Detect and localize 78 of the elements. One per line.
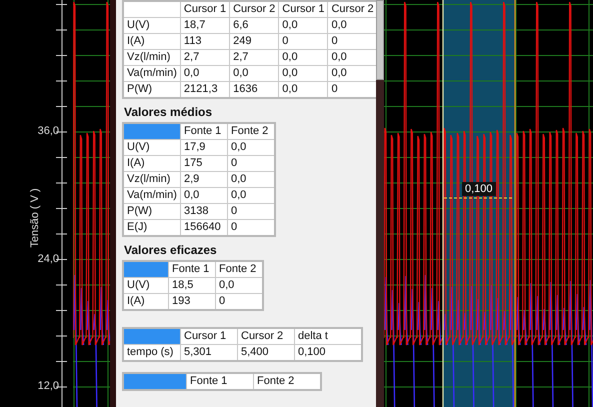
row-header: U(V) xyxy=(123,18,180,34)
column-header: Cursor 1 xyxy=(180,1,230,18)
table-cell: 0 xyxy=(228,156,275,172)
corner-cell xyxy=(123,328,180,344)
row-header: P(W) xyxy=(123,82,180,98)
table-cell: 0,100 xyxy=(294,344,362,361)
table-cell: 18,7 xyxy=(180,18,230,34)
corner-cell xyxy=(123,373,186,390)
row-header: E(J) xyxy=(123,220,180,236)
column-header: Cursor 1 xyxy=(278,1,328,18)
table-cell: 0,0 xyxy=(180,66,230,82)
scrollbar-thumb[interactable] xyxy=(376,0,384,80)
table-cell: 175 xyxy=(180,156,228,172)
table-cell: 2,9 xyxy=(180,172,228,188)
table-cell: 6,6 xyxy=(230,18,279,34)
table-cell: 0,0 xyxy=(278,18,328,34)
section-title: Valores médios xyxy=(124,105,214,119)
table-cell: 0 xyxy=(328,82,376,98)
column-header: delta t xyxy=(294,328,362,344)
column-header: Cursor 1 xyxy=(180,328,238,344)
table-cell: 0 xyxy=(228,220,275,236)
column-header: Fonte 1 xyxy=(186,373,254,390)
table-cell: 193 xyxy=(168,294,216,310)
table-cell: 0 xyxy=(228,204,275,220)
table-cell: 113 xyxy=(180,34,230,50)
axis-tick-label: 24,0 xyxy=(38,253,59,265)
delta-time-label: 0,100 xyxy=(462,182,496,196)
table-cell: 0 xyxy=(216,294,263,310)
table-cell: 249 xyxy=(230,34,279,50)
table-cell: 0 xyxy=(328,34,376,50)
row-header: Vz(l/min) xyxy=(123,50,180,66)
row-header: U(V) xyxy=(123,278,168,294)
row-header: tempo (s) xyxy=(123,344,180,361)
row-header: Vz(l/min) xyxy=(123,172,180,188)
column-header: Fonte 2 xyxy=(216,261,263,278)
table-cell: 0,0 xyxy=(328,18,376,34)
section-title: Valores eficazes xyxy=(124,243,218,257)
table-cell: 2121,3 xyxy=(180,82,230,98)
column-header: Fonte 2 xyxy=(254,373,321,390)
row-header: I(A) xyxy=(123,34,180,50)
table-cell: 156640 xyxy=(180,220,228,236)
corner-cell xyxy=(123,261,168,278)
table-cell: 5,400 xyxy=(238,344,294,361)
table-cell: 2,7 xyxy=(180,50,230,66)
table-cell: 2,7 xyxy=(230,50,279,66)
column-header: Fonte 1 xyxy=(180,123,228,140)
table-cell: 0,0 xyxy=(278,50,328,66)
table-cell: 0,0 xyxy=(180,188,228,204)
column-header: Cursor 2 xyxy=(238,328,294,344)
row-header: Va(m/min) xyxy=(123,66,180,82)
table-cell: 0,0 xyxy=(228,188,275,204)
table-cell: 3138 xyxy=(180,204,228,220)
row-header: P(W) xyxy=(123,204,180,220)
table-cell: 0,0 xyxy=(328,50,376,66)
axis-tick-label: 12,0 xyxy=(38,380,59,392)
table-cell: 0,0 xyxy=(228,172,275,188)
row-header: U(V) xyxy=(123,140,180,156)
table-cell: 0,0 xyxy=(328,66,376,82)
table-cell: 0 xyxy=(278,34,328,50)
table-cell: 0,0 xyxy=(230,66,279,82)
table-cell: 0,0 xyxy=(228,140,275,156)
axis-tick-label: 36,0 xyxy=(38,125,59,137)
table-cell: 17,9 xyxy=(180,140,228,156)
scrollbar[interactable] xyxy=(376,0,384,407)
table-cell: 5,301 xyxy=(180,344,238,361)
table-cell: 0,0 xyxy=(278,82,328,98)
column-header: Cursor 2 xyxy=(230,1,279,18)
column-header: Cursor 2 xyxy=(328,1,376,18)
corner-cell xyxy=(123,123,180,140)
row-header: I(A) xyxy=(123,294,168,310)
column-header: Fonte 1 xyxy=(168,261,216,278)
row-header: Va(m/min) xyxy=(123,188,180,204)
column-header: Fonte 2 xyxy=(228,123,275,140)
table-cell: 0,0 xyxy=(278,66,328,82)
table-cell: 1636 xyxy=(230,82,279,98)
row-header: I(A) xyxy=(123,156,180,172)
table-cell: 18,5 xyxy=(168,278,216,294)
table-cell: 0,0 xyxy=(216,278,263,294)
